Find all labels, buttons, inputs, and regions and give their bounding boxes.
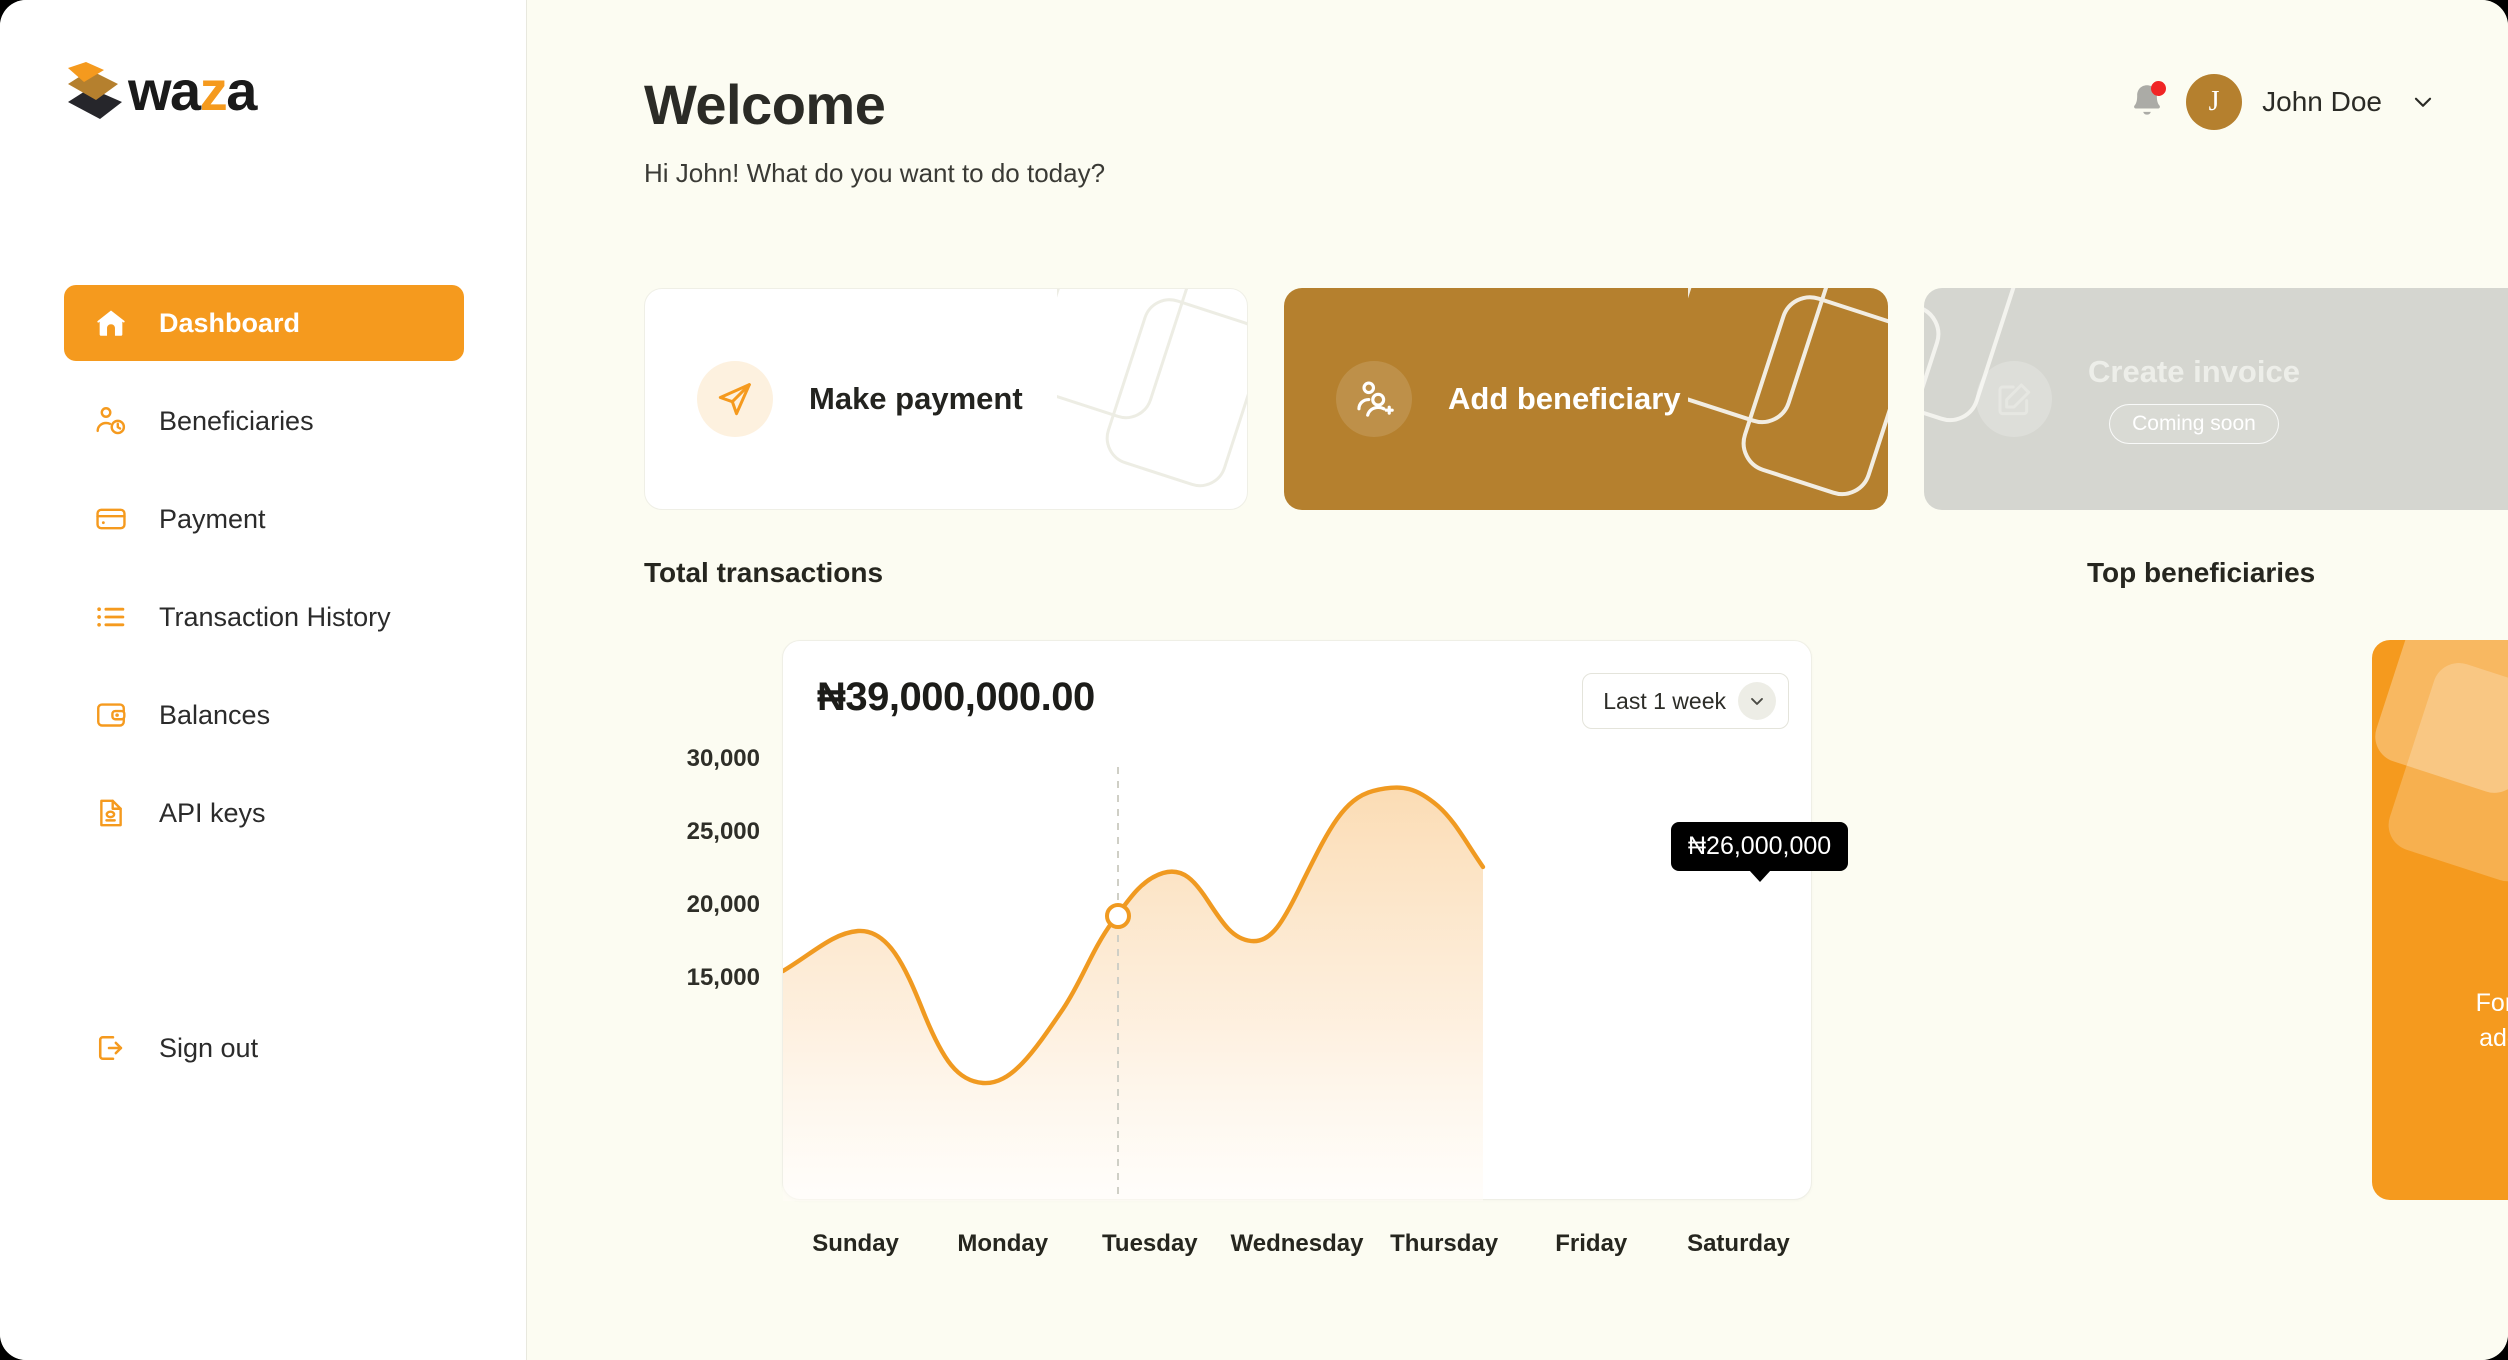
sidebar: waza Dashboard Beneficiaries Payment Tra… [0,0,527,1360]
section-title-total-transactions: Total transactions [644,557,884,588]
main-content: Welcome Hi John! What do you want to do … [527,0,2508,1360]
total-transactions-panel: ₦39,000,000.00 Last 1 week [782,640,1812,1201]
bell-icon[interactable] [2128,81,2167,123]
brand-name-suffix: a [226,59,257,122]
y-tick-label: 15,000 [686,964,760,991]
sidebar-item-sign-out[interactable]: Sign out [64,1013,464,1083]
sidebar-item-label: API keys [159,797,266,828]
card-icon [93,501,129,537]
page-title: Welcome [644,73,886,136]
add-beneficiary-card[interactable]: Add beneficiary [1284,288,1888,510]
wallet-icon [93,697,129,733]
home-icon [93,305,129,341]
add-beneficiary-promo-card[interactable]: Add a beneficiary For quick disbursement… [2372,640,2508,1200]
sign-out-label: Sign out [159,1032,259,1063]
quick-action-cards: Make payment Add beneficiary Create invo… [644,288,2508,510]
chart-highlight-marker [1105,903,1131,929]
chart-x-axis: Sunday Monday Tuesday Wednesday Thursday… [782,1230,1812,1258]
sidebar-item-beneficiaries[interactable]: Beneficiaries [64,383,464,459]
x-tick-label: Wednesday [1230,1230,1364,1257]
user-clock-icon [93,403,129,439]
add-person-icon [1336,361,1412,437]
brand-name-prefix: wa [128,59,201,122]
x-tick-label: Tuesday [1102,1230,1198,1257]
create-invoice-text: Create invoice Coming soon [2088,354,2300,444]
promo-description-line1: For quick disbursement of funds, [2475,989,2508,1017]
status-badge: Coming soon [2109,404,2279,444]
x-tick-label: Sunday [812,1230,899,1257]
app-window: waza Dashboard Beneficiaries Payment Tra… [0,0,2508,1360]
edit-square-icon [1976,361,2052,437]
card-label: Make payment [809,381,1023,416]
sidebar-item-api-keys[interactable]: API keys [64,775,464,851]
y-tick-label: 20,000 [686,891,760,918]
x-tick-label: Thursday [1390,1230,1499,1257]
y-tick-label: 30,000 [686,745,760,772]
sidebar-item-label: Dashboard [159,307,301,338]
sidebar-item-label: Beneficiaries [159,405,314,436]
logout-icon [93,1030,129,1066]
sidebar-item-transaction-history[interactable]: Transaction History [64,579,464,655]
transactions-area-chart [783,761,1486,1201]
sidebar-item-balances[interactable]: Balances [64,677,464,753]
sidebar-item-label: Payment [159,503,266,534]
x-tick-label: Saturday [1687,1230,1790,1257]
chevron-down-icon[interactable] [1738,682,1776,720]
x-tick-label: Monday [957,1230,1049,1257]
make-payment-card[interactable]: Make payment [644,288,1248,510]
promo-content: Add a beneficiary For quick disbursement… [2372,927,2508,1156]
promo-description-line2: add a business as a beneficiairy [2479,1023,2508,1052]
create-invoice-card: Create invoice Coming soon [1924,288,2508,510]
chevron-down-icon[interactable] [2410,89,2436,115]
date-range-select[interactable]: Last 1 week [1582,673,1789,729]
brand-name-accent: z [199,59,228,122]
total-amount: ₦39,000,000.00 [817,675,1095,719]
waza-logo-icon [64,62,126,120]
avatar[interactable]: J [2186,74,2243,130]
user-name: John Doe [2262,86,2382,117]
sidebar-item-label: Balances [159,699,271,730]
date-range-label: Last 1 week [1603,687,1726,714]
brand-logo[interactable]: waza [64,62,257,120]
chart-tooltip: ₦26,000,000 [1671,822,1849,871]
sidebar-item-payment[interactable]: Payment [64,481,464,557]
section-title-top-beneficiaries: Top beneficiaries [2087,557,2316,588]
chart-area-fill [783,787,1483,1201]
card-label: Create invoice [2088,354,2300,389]
sidebar-nav: Dashboard Beneficiaries Payment Transact… [64,285,464,873]
card-label: Add beneficiary [1448,381,1681,416]
page-subtitle: Hi John! What do you want to do today? [644,158,1106,188]
document-icon [93,795,129,831]
header-right-controls: J John Doe [2128,74,2436,130]
y-tick-label: 25,000 [686,818,760,845]
send-icon [697,361,773,437]
x-tick-label: Friday [1555,1230,1628,1257]
sidebar-item-dashboard[interactable]: Dashboard [64,285,464,361]
promo-description: For quick disbursement of funds, add a b… [2476,986,2508,1055]
list-icon [93,599,129,635]
sidebar-item-label: Transaction History [159,601,391,632]
brand-name: waza [128,63,257,119]
